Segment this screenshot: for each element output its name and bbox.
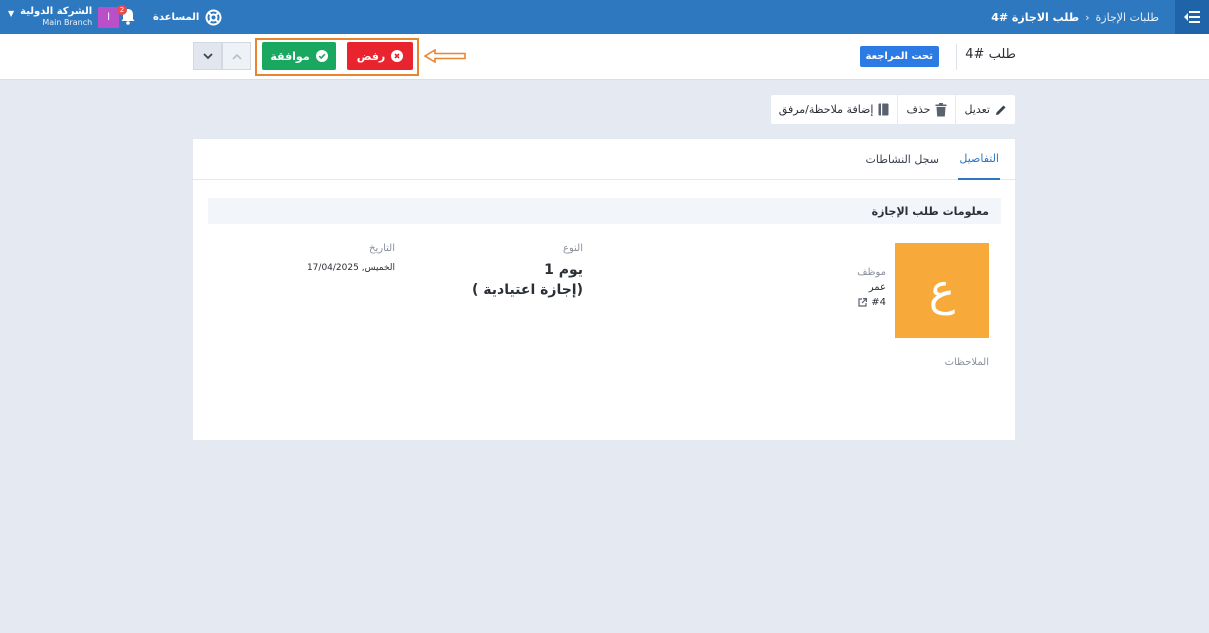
leave-type: النوع 1 يوم ( إجازة اعتيادية) bbox=[472, 243, 583, 298]
employee-label: موظف bbox=[857, 267, 886, 278]
branch-name: Main Branch bbox=[42, 18, 93, 27]
previous-record-button[interactable] bbox=[222, 42, 251, 70]
help-label: المساعدة bbox=[153, 11, 200, 23]
menu-collapse-icon bbox=[1184, 11, 1200, 23]
top-bar: طلبات الإجازة › طلب الاجازة #4 ▼ الشركة … bbox=[0, 0, 1209, 34]
page-title: طلب #4 bbox=[965, 47, 1016, 62]
edit-label: تعديل bbox=[964, 103, 990, 116]
tab-activity-log[interactable]: سجل النشاطات bbox=[866, 139, 940, 180]
chevron-down-icon bbox=[202, 52, 213, 59]
book-icon bbox=[878, 103, 889, 116]
breadcrumb-current: طلب الاجازة #4 bbox=[991, 10, 1080, 24]
notes-label: الملاحظات bbox=[944, 357, 989, 368]
reject-button[interactable]: رفض bbox=[347, 42, 413, 70]
menu-toggle-button[interactable] bbox=[1175, 0, 1209, 34]
reject-label: رفض bbox=[356, 49, 386, 63]
leave-kind: ( إجازة اعتيادية) bbox=[471, 282, 583, 298]
tab-details[interactable]: التفاصيل bbox=[958, 139, 1000, 180]
employee-name: عمر bbox=[868, 282, 886, 293]
add-note-button[interactable]: إضافة ملاحظة/مرفق bbox=[771, 95, 898, 124]
lifebuoy-icon bbox=[205, 9, 222, 25]
tabs: التفاصيل سجل النشاطات bbox=[193, 139, 1015, 180]
employee-avatar: ع bbox=[895, 243, 989, 338]
delete-label: حذف bbox=[906, 103, 931, 116]
breadcrumb-leave-requests[interactable]: طلبات الإجازة bbox=[1096, 11, 1159, 24]
arrow-left-icon bbox=[424, 49, 466, 63]
check-circle-icon bbox=[315, 50, 328, 62]
record-toolbar: تعديل حذف إضافة ملاحظة/مرفق bbox=[770, 95, 1015, 124]
section-title: معلومات طلب الإجازة bbox=[208, 198, 1001, 224]
leave-days: 1 يوم bbox=[544, 262, 583, 278]
breadcrumb: طلبات الإجازة › طلب الاجازة #4 bbox=[991, 0, 1159, 34]
approve-label: موافقة bbox=[270, 49, 310, 63]
chevron-up-icon bbox=[231, 53, 242, 60]
next-record-button[interactable] bbox=[193, 42, 222, 70]
trash-icon bbox=[935, 102, 947, 116]
notifications-badge: 2 bbox=[117, 5, 127, 15]
chevron-down-icon: ▼ bbox=[8, 8, 15, 18]
edit-button[interactable]: تعديل bbox=[956, 95, 1015, 124]
details-card: التفاصيل سجل النشاطات معلومات طلب الإجاز… bbox=[193, 139, 1015, 440]
employee-id: #4 bbox=[871, 297, 886, 308]
pencil-icon bbox=[996, 105, 1006, 115]
status-badge: تحت المراجعة bbox=[859, 46, 939, 67]
help-button[interactable]: المساعدة bbox=[153, 0, 222, 34]
date-label: التاريخ bbox=[369, 243, 395, 254]
date-value: الخميس, 17/04/2025 bbox=[306, 263, 395, 273]
add-note-label: إضافة ملاحظة/مرفق bbox=[778, 103, 874, 116]
notifications-button[interactable]: 2 bbox=[117, 5, 139, 27]
company-switcher[interactable]: ▼ الشركة الدولية Main Branch ا bbox=[8, 5, 120, 29]
divider bbox=[956, 44, 957, 70]
delete-button[interactable]: حذف bbox=[898, 95, 955, 124]
employee-link[interactable]: #4 bbox=[857, 297, 886, 308]
record-navigation bbox=[193, 42, 251, 70]
close-circle-icon bbox=[391, 50, 404, 62]
leave-date: التاريخ الخميس, 17/04/2025 bbox=[307, 243, 395, 273]
external-link-icon bbox=[858, 298, 868, 307]
breadcrumb-separator: › bbox=[1085, 10, 1090, 24]
employee-info: موظف عمر #4 bbox=[857, 267, 886, 308]
company-name: الشركة الدولية bbox=[20, 6, 93, 17]
approve-button[interactable]: موافقة bbox=[262, 42, 336, 70]
type-label: النوع bbox=[563, 243, 583, 254]
action-bar: طلب #4 تحت المراجعة موافقة رفض bbox=[0, 34, 1209, 80]
